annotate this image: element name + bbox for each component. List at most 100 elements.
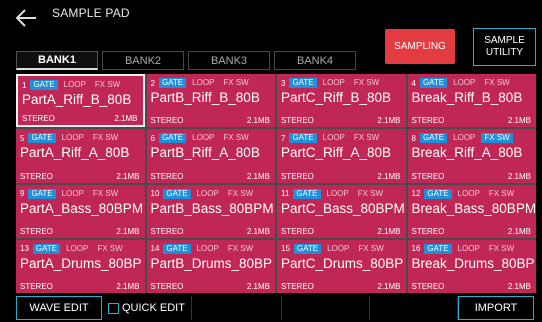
pad-channel: STEREO	[281, 171, 314, 181]
gate-badge: GATE	[32, 243, 61, 254]
pad-channel: STEREO	[411, 116, 445, 126]
import-button[interactable]: IMPORT	[458, 296, 534, 320]
pad-sample-name: PartC_Drums_80BP	[281, 255, 404, 271]
sample-utility-label-2: UTILITY	[485, 47, 524, 58]
sample-pad[interactable]: 12 GATE LOOP FX SW Break_Bass_80BPM STER…	[407, 184, 536, 238]
gate-badge: GATE	[293, 188, 321, 199]
pad-number: 12	[411, 189, 421, 198]
pad-sample-name: Break_Riff_B_80B	[411, 90, 523, 105]
pad-number: 6	[150, 133, 155, 143]
sample-pad[interactable]: 14 GATE LOOP FX SW PartB_Drums_80BP STER…	[146, 239, 275, 293]
sample-pad[interactable]: 3 GATE LOOP FX SW PartC_Riff_B_80B STERE…	[277, 74, 406, 128]
pad-header: 6 GATE LOOP FX SW	[150, 133, 255, 144]
screen-title: SAMPLE PAD	[52, 6, 130, 20]
sample-utility-label-1: SAMPLE	[484, 35, 525, 46]
sample-pad[interactable]: 16 GATE LOOP FX SW Break_Drums_80BP STER…	[407, 239, 536, 293]
pad-size: 2.1MB	[246, 171, 270, 181]
loop-badge: LOOP	[453, 78, 476, 87]
pad-channel: STEREO	[411, 282, 445, 291]
wave-edit-button[interactable]: WAVE EDIT	[16, 296, 102, 320]
sampling-button[interactable]: SAMPLING	[385, 29, 455, 64]
sample-pad[interactable]: 2 GATE LOOP FX SW PartB_Riff_B_80B STERE…	[146, 74, 275, 128]
pad-sample-name: Break_Drums_80BP	[411, 255, 535, 271]
fx-switch-badge: FX SW	[92, 188, 119, 198]
sample-pad[interactable]: 5 GATE LOOP FX SW PartA_Riff_A_80B STERE…	[16, 129, 145, 183]
sample-utility-button[interactable]: SAMPLE UTILITY	[473, 28, 536, 66]
bottom-bar: WAVE EDIT QUICK EDIT IMPORT	[16, 296, 536, 320]
fx-switch-badge: FX SW	[223, 78, 249, 87]
pad-channel: STEREO	[281, 282, 314, 291]
gate-badge: GATE	[163, 188, 191, 199]
pad-number: 1	[22, 80, 27, 90]
sample-pad[interactable]: 10 GATE LOOP FX SW PartB_Bass_80BPM STER…	[146, 184, 275, 238]
checkbox-icon[interactable]	[108, 302, 119, 314]
sample-pad[interactable]: 15 GATE LOOP FX SW PartC_Drums_80BP STER…	[277, 239, 406, 293]
pad-number: 7	[281, 133, 286, 143]
loop-badge: LOOP	[61, 188, 84, 198]
pad-header: 8 GATE LOOP FX SW	[412, 133, 516, 144]
tab-bank4[interactable]: BANK4	[274, 51, 356, 70]
pad-number: 4	[411, 78, 416, 88]
pad-size: 2.1MB	[116, 171, 140, 181]
sample-pad[interactable]: 4 GATE LOOP FX SW Break_Riff_B_80B STERE…	[407, 74, 536, 128]
tab-bank1[interactable]: BANK1	[16, 51, 98, 70]
pad-header: 7 GATE LOOP FX SW	[281, 133, 385, 144]
pad-header: 13 GATE LOOP FX SW	[20, 243, 129, 254]
pad-number: 10	[150, 189, 160, 198]
fx-switch-badge: FX SW	[94, 80, 121, 89]
gate-badge: GATE	[289, 133, 317, 144]
pad-sample-name: PartB_Riff_A_80B	[150, 145, 260, 161]
pad-sample-name: PartA_Bass_80BPM	[20, 200, 144, 216]
pad-size: 2.1MB	[507, 282, 531, 291]
quick-edit-toggle[interactable]: QUICK EDIT	[102, 296, 192, 320]
pad-size: 2.1MB	[377, 116, 401, 126]
pad-channel: STEREO	[150, 226, 184, 236]
pad-grid: 1 GATE LOOP FX SW PartA_Riff_B_80B STERE…	[16, 74, 536, 293]
back-arrow-icon[interactable]	[14, 8, 38, 28]
gate-badge: GATE	[419, 78, 448, 88]
bank-tabs: BANK1 BANK2 BANK3 BANK4	[16, 51, 356, 70]
tab-bank2[interactable]: BANK2	[102, 51, 184, 70]
tab-bank3[interactable]: BANK3	[188, 51, 270, 70]
pad-size: 2.1MB	[377, 171, 401, 181]
loop-badge: LOOP	[196, 243, 219, 253]
gate-badge: GATE	[28, 133, 56, 144]
gate-badge: GATE	[293, 243, 322, 254]
pad-sample-name: PartC_Riff_A_80B	[281, 145, 392, 161]
gate-badge: GATE	[28, 188, 56, 199]
pad-size: 2.1MB	[116, 282, 140, 291]
pad-header: 5 GATE LOOP FX SW	[20, 133, 124, 144]
sample-pad[interactable]: 1 GATE LOOP FX SW PartA_Riff_B_80B STERE…	[16, 74, 145, 128]
pad-channel: STEREO	[20, 171, 53, 181]
pad-channel: STEREO	[150, 171, 184, 181]
gate-badge: GATE	[424, 188, 452, 199]
pad-number: 11	[281, 189, 290, 198]
pad-header: 15 GATE LOOP FX SW	[281, 243, 390, 254]
sample-pad[interactable]: 7 GATE LOOP FX SW PartC_Riff_A_80B STERE…	[277, 129, 406, 183]
loop-badge: LOOP	[326, 188, 349, 198]
fx-switch-badge: FX SW	[353, 78, 380, 87]
sample-pad[interactable]: 6 GATE LOOP FX SW PartB_Riff_A_80B STERE…	[146, 129, 275, 183]
sample-pad[interactable]: 8 GATE LOOP FX SW Break_Riff_A_80B STERE…	[407, 129, 536, 183]
pad-channel: STEREO	[150, 282, 184, 291]
pad-sample-name: PartA_Riff_A_80B	[20, 145, 130, 161]
gate-badge: GATE	[163, 243, 191, 254]
pad-size: 2.1MB	[114, 114, 138, 124]
pad-channel: STEREO	[22, 114, 55, 124]
pad-sample-name: PartC_Bass_80BPM	[281, 200, 405, 216]
pad-size: 2.1MB	[246, 226, 270, 236]
sample-pad[interactable]: 13 GATE LOOP FX SW PartA_Drums_80BP STER…	[16, 239, 145, 293]
gate-badge: GATE	[419, 133, 448, 144]
pad-header: 12 GATE LOOP FX SW	[411, 188, 521, 199]
pad-sample-name: PartB_Drums_80BP	[150, 255, 273, 271]
pad-number: 15	[281, 244, 290, 254]
sample-pad[interactable]: 11 GATE LOOP FX SW PartC_Bass_80BPM STER…	[277, 184, 406, 238]
pad-channel: STEREO	[150, 116, 184, 126]
sample-pad[interactable]: 9 GATE LOOP FX SW PartA_Bass_80BPM STERE…	[16, 184, 145, 238]
loop-badge: LOOP	[61, 133, 84, 143]
pad-number: 5	[20, 133, 25, 143]
pad-sample-name: Break_Riff_A_80B	[411, 145, 523, 161]
pad-size: 2.1MB	[507, 171, 531, 181]
pad-number: 14	[150, 244, 160, 254]
fx-switch-badge: FX SW	[481, 133, 513, 144]
